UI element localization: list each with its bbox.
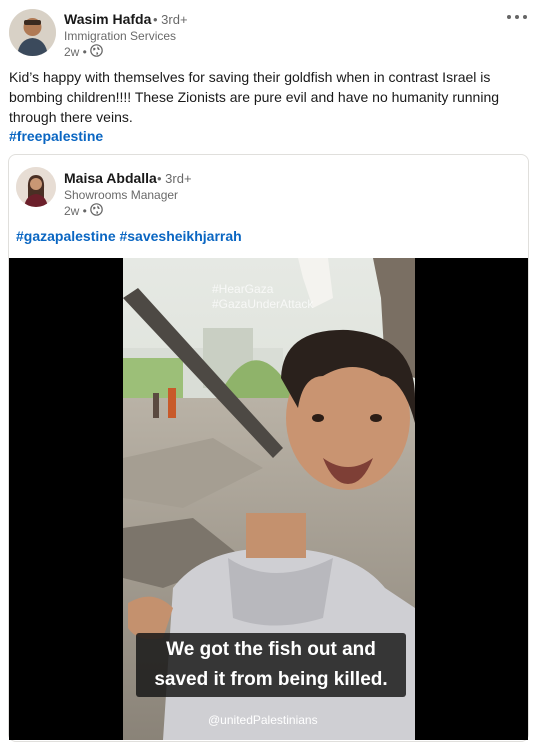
hashtag-link[interactable]: #freepalestine — [9, 128, 103, 144]
author-avatar[interactable] — [9, 9, 56, 56]
video-watermark: @unitedPalestinians — [208, 713, 318, 727]
globe-icon — [90, 44, 103, 60]
video-overlay-hashtags: #HearGaza #GazaUnderAttack — [212, 282, 313, 312]
video-player[interactable]: #HearGaza #GazaUnderAttack We got the fi… — [9, 258, 528, 740]
author-avatar-photo — [9, 9, 56, 56]
shared-author-name[interactable]: Maisa Abdalla — [64, 170, 157, 186]
shared-author-headline: Showrooms Manager — [64, 188, 179, 202]
shared-author-avatar-photo — [16, 167, 56, 207]
caption-line-2: saved it from being killed. — [154, 669, 388, 690]
shared-post-time: 2w • — [64, 204, 87, 218]
post-time: 2w • — [64, 45, 87, 59]
ellipsis-icon — [523, 15, 527, 19]
caption-line-1: We got the fish out and — [166, 639, 376, 660]
shared-hashtags[interactable]: #gazapalestine #savesheikhjarrah — [16, 228, 242, 244]
post-text: Kid’s happy with themselves for saving t… — [9, 69, 500, 125]
author-headline: Immigration Services — [64, 29, 177, 43]
video-caption: We got the fish out and saved it from be… — [136, 633, 406, 697]
author-degree: • 3rd+ — [153, 12, 188, 27]
more-options-button[interactable] — [507, 15, 527, 19]
shared-author-degree: • 3rd+ — [157, 171, 192, 186]
shared-author-avatar[interactable] — [16, 167, 56, 207]
overlay-hashtag-2: #GazaUnderAttack — [212, 297, 314, 311]
post-meta: 2w • — [64, 44, 103, 60]
shared-post-meta: 2w • — [64, 203, 103, 219]
globe-icon — [90, 203, 103, 219]
ellipsis-icon — [515, 15, 519, 19]
ellipsis-icon — [507, 15, 511, 19]
overlay-hashtag-1: #HearGaza — [212, 282, 274, 296]
author-name[interactable]: Wasim Hafda — [64, 11, 151, 27]
